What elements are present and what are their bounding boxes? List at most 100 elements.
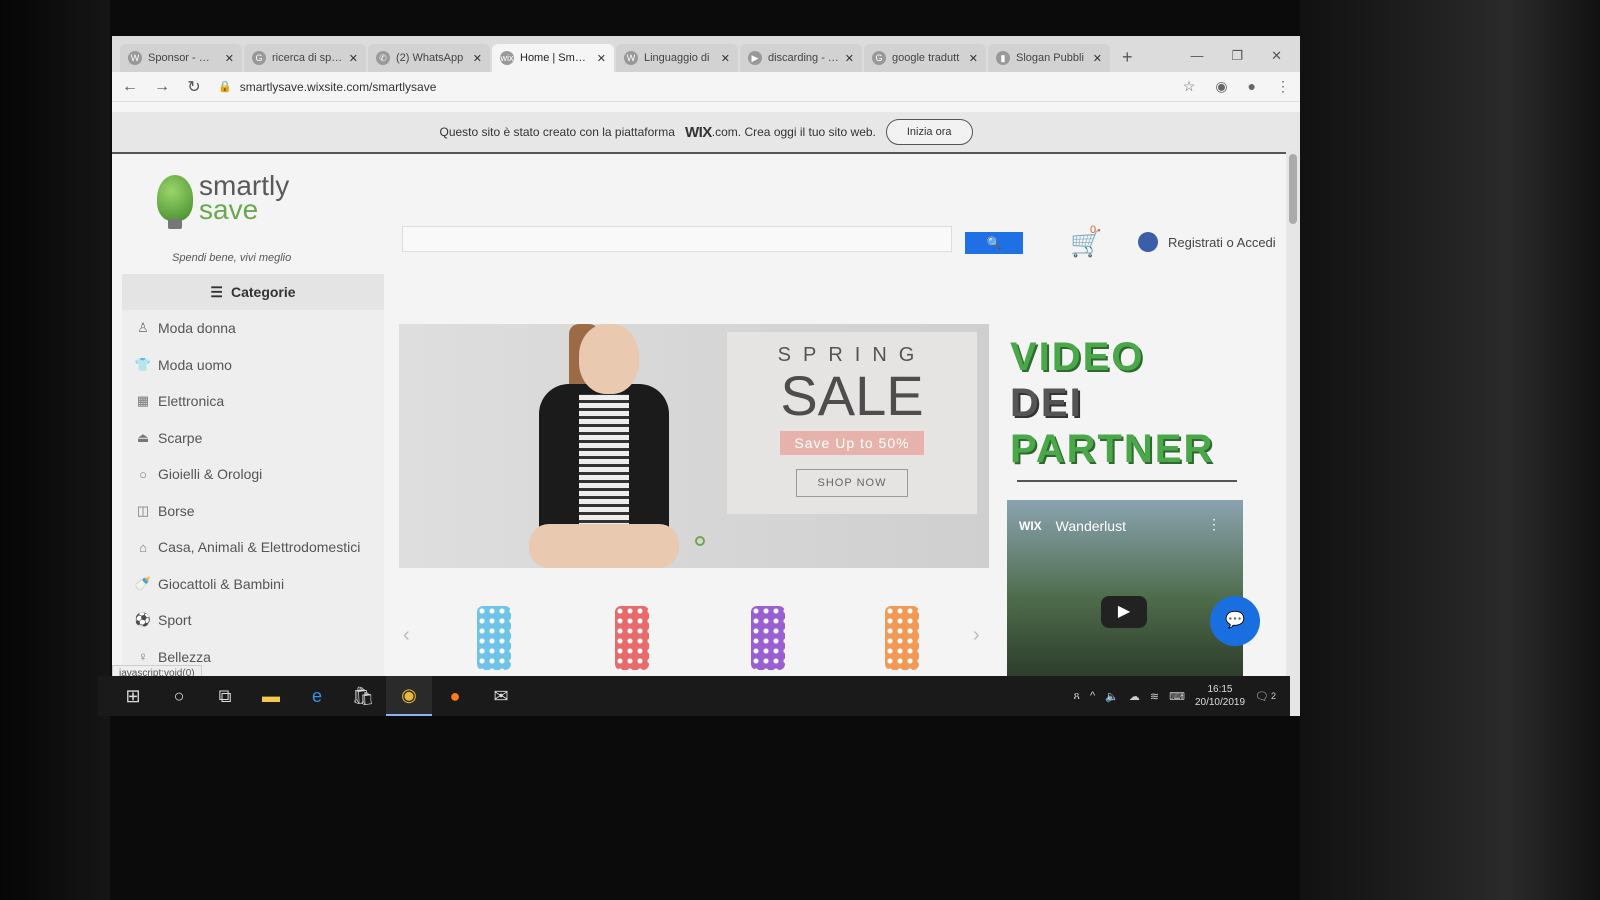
- bag-icon: ◫: [136, 502, 150, 518]
- notification-center-icon[interactable]: 🗨: [1255, 690, 1269, 703]
- people-icon[interactable]: ጸ: [1074, 690, 1080, 703]
- extension-icon[interactable]: ◉: [1215, 78, 1227, 95]
- tab-favicon-icon: ▮: [996, 51, 1010, 65]
- browser-tab[interactable]: ▮ Slogan Pubbli ✕: [988, 44, 1110, 72]
- browser-tab[interactable]: Gricerca di sponsor ✕: [244, 44, 366, 72]
- window-controls: — ❐ ✕: [1172, 48, 1300, 72]
- notification-count: 2: [1270, 691, 1276, 701]
- hero-banner[interactable]: SPRING SALE Save Up to 50% SHOP NOW: [399, 324, 989, 568]
- category-label: Sport: [158, 612, 192, 629]
- tab-close-icon[interactable]: ✕: [721, 52, 730, 65]
- keyboard-icon[interactable]: ⌨: [1169, 690, 1185, 703]
- model-photo: [469, 324, 679, 568]
- tab-favicon-icon: G: [872, 51, 886, 65]
- category-label: Giocattoli & Bambini: [158, 575, 285, 592]
- category-item[interactable]: 👕 Moda uomo: [122, 347, 384, 384]
- site-logo[interactable]: smartly save: [157, 172, 289, 229]
- ball-icon: ⚽: [134, 612, 152, 628]
- url-field[interactable]: 🔒 smartlysave.wixsite.com/smartlysave: [218, 76, 1167, 98]
- file-explorer-icon[interactable]: ▬: [248, 676, 294, 716]
- category-item[interactable]: ⏏ Scarpe: [122, 420, 384, 457]
- chat-bubble-icon[interactable]: 💬: [1210, 596, 1260, 646]
- account-label: Registrati o Accedi: [1168, 234, 1276, 250]
- tab-title: (2) WhatsApp: [396, 52, 464, 64]
- site-slogan: Spendi bene, vivi meglio: [172, 252, 292, 264]
- profile-icon[interactable]: ●: [1248, 78, 1256, 95]
- browser-tab[interactable]: ✆ (2) WhatsApp ✕: [368, 44, 490, 72]
- tab-close-icon[interactable]: ✕: [969, 52, 978, 65]
- tab-close-icon[interactable]: ✕: [225, 52, 234, 65]
- onedrive-icon[interactable]: ☁: [1129, 690, 1140, 703]
- carousel-next-icon[interactable]: ›: [973, 624, 980, 647]
- wix-logo: WIX: [684, 123, 712, 141]
- category-label: Moda uomo: [158, 356, 232, 373]
- category-item[interactable]: ⌂ Casa, Animali & Elettrodomestici: [122, 529, 384, 566]
- forward-icon[interactable]: →: [154, 78, 170, 96]
- back-icon[interactable]: ←: [122, 78, 138, 96]
- tab-close-icon[interactable]: ✕: [845, 52, 854, 65]
- browser-tab[interactable]: W Sponsor - Wiki ✕: [120, 44, 242, 72]
- browser-tab[interactable]: Ggoogle tradutt ✕: [864, 44, 986, 72]
- phone-case-product[interactable]: [751, 606, 785, 670]
- firefox-icon[interactable]: ●: [432, 676, 478, 716]
- categories-header[interactable]: ☰ Categorie: [122, 274, 384, 310]
- slide-indicator-dot[interactable]: [695, 536, 705, 546]
- carousel-prev-icon[interactable]: ‹: [403, 624, 410, 647]
- cortana-search-icon[interactable]: ○: [156, 676, 202, 716]
- category-item[interactable]: 🍼 Giocattoli & Bambini: [122, 566, 384, 603]
- close-window-icon[interactable]: ✕: [1271, 48, 1282, 64]
- volume-icon[interactable]: 🔈: [1105, 690, 1119, 703]
- monitor-screen: W Sponsor - Wiki ✕ Gricerca di sponsor ✕ ✆ (2)…: [112, 36, 1300, 716]
- category-item[interactable]: ⚽ Sport: [122, 602, 384, 639]
- restore-icon[interactable]: ❐: [1231, 48, 1243, 64]
- category-label: Borse: [158, 502, 195, 519]
- browser-tab[interactable]: W Linguaggio di ✕: [616, 44, 738, 72]
- menu-kebab-icon[interactable]: ⋮: [1276, 78, 1290, 95]
- video-brand: WIX: [1019, 519, 1042, 533]
- play-icon[interactable]: ▶: [1101, 596, 1147, 628]
- video-title-line3: PARTNER: [1010, 427, 1215, 471]
- tray-chevron-icon[interactable]: ^: [1090, 690, 1095, 702]
- new-tab-button[interactable]: +: [1112, 47, 1143, 72]
- browser-tab[interactable]: wix Home | Smartly ✕: [492, 44, 614, 72]
- category-item[interactable]: ◫ Borse: [122, 493, 384, 530]
- dress-icon: ♙: [137, 320, 149, 336]
- category-item[interactable]: ○ Gioielli & Orologi: [122, 456, 384, 493]
- partner-video-player[interactable]: WIX Wanderlust ⋮ ▶: [1007, 500, 1243, 682]
- clock[interactable]: 16:15 20/10/2019: [1195, 683, 1245, 709]
- inizia-ora-button[interactable]: Inizia ora: [885, 119, 973, 145]
- shop-now-button[interactable]: SHOP NOW: [796, 469, 908, 497]
- task-view-icon[interactable]: ⧉: [202, 676, 248, 716]
- video-partner-title: VIDEO DEI PARTNER: [1010, 334, 1214, 472]
- tab-close-icon[interactable]: ✕: [1093, 52, 1102, 65]
- tab-close-icon[interactable]: ✕: [473, 52, 482, 65]
- windows-start-icon[interactable]: ⊞: [110, 676, 156, 716]
- tab-close-icon[interactable]: ✕: [349, 52, 358, 65]
- category-item[interactable]: ▦ Elettronica: [122, 383, 384, 420]
- tab-title: Slogan Pubbli: [1016, 52, 1084, 64]
- tab-close-icon[interactable]: ✕: [597, 52, 606, 65]
- phone-case-product[interactable]: [477, 606, 511, 670]
- divider-line: [1017, 480, 1237, 482]
- site-search-button[interactable]: 🔍: [965, 232, 1023, 254]
- site-search-input[interactable]: [402, 226, 952, 252]
- phone-case-product[interactable]: [885, 606, 919, 670]
- video-title-line2: DEI: [1010, 381, 1083, 425]
- edge-icon[interactable]: e: [294, 676, 340, 716]
- category-item[interactable]: ♙ Moda donna: [122, 310, 384, 347]
- page-scrollbar[interactable]: [1286, 148, 1300, 716]
- mail-icon[interactable]: ✉: [478, 676, 524, 716]
- reload-icon[interactable]: ↻: [186, 77, 202, 97]
- account-link[interactable]: Registrati o Accedi: [1138, 232, 1288, 252]
- browser-tab[interactable]: ▶ discarding - Yo ✕: [740, 44, 862, 72]
- ring-icon: ○: [139, 466, 147, 482]
- video-menu-icon[interactable]: ⋮: [1207, 516, 1221, 533]
- minimize-icon[interactable]: —: [1190, 48, 1203, 64]
- cart-icon[interactable]: 🛒: [1070, 228, 1102, 259]
- chrome-icon[interactable]: ◉: [386, 676, 432, 716]
- store-icon[interactable]: 🛍: [340, 676, 386, 716]
- wifi-icon[interactable]: ≋: [1150, 690, 1159, 703]
- bookmark-star-icon[interactable]: ☆: [1183, 78, 1196, 95]
- cart-count: 0: [1090, 224, 1097, 236]
- phone-case-product[interactable]: [615, 606, 649, 670]
